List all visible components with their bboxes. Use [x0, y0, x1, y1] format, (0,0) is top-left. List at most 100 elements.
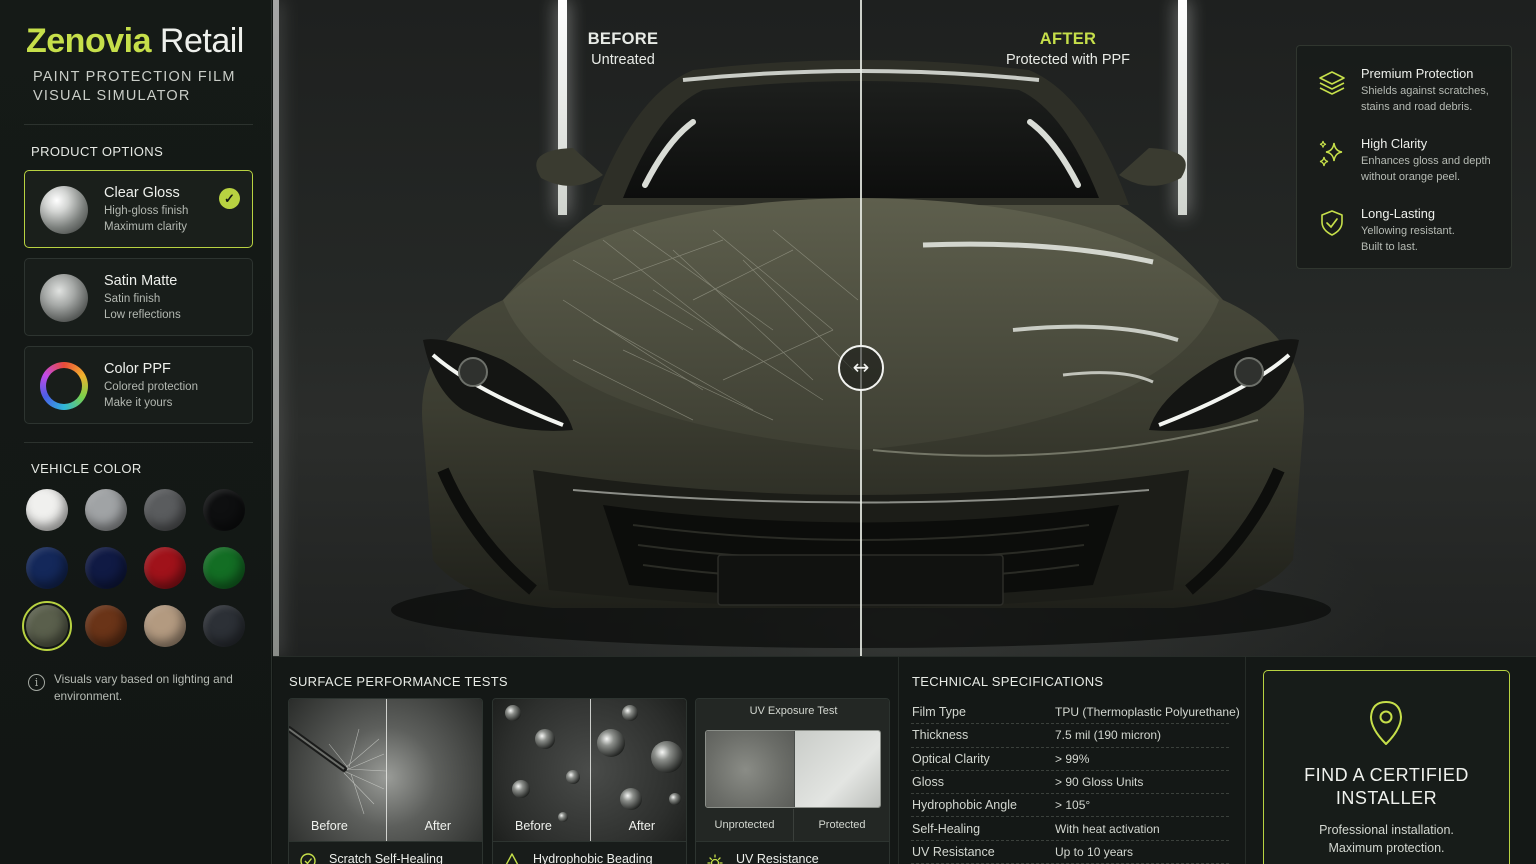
tagline-line-1: PAINT PROTECTION FILM — [33, 69, 236, 85]
option-desc-1: High-gloss finish — [104, 205, 189, 217]
vehicle-color-swatch[interactable] — [85, 547, 127, 589]
divider — [24, 442, 253, 443]
installer-sub-line-2: Maximum protection. — [1328, 841, 1445, 855]
feature-desc-2: Built to last. — [1361, 241, 1418, 253]
spec-value: TPU (Thermoplastic Polyurethane) — [1055, 705, 1240, 719]
specs-title: TECHNICAL SPECIFICATIONS — [912, 674, 1104, 689]
vehicle-color-swatch[interactable] — [144, 489, 186, 531]
uv-sample-panel — [705, 730, 881, 808]
test-card-hydrophobic[interactable]: Before After Hydrophobic Beading — [492, 698, 687, 864]
spec-row: UV Resistance Up to 10 years — [911, 841, 1229, 864]
option-clear-gloss[interactable]: Clear Gloss High-gloss finish Maximum cl… — [24, 170, 253, 248]
spec-row: Thickness 7.5 mil (190 micron) — [911, 724, 1229, 748]
split-drag-handle[interactable]: ↔ — [838, 345, 884, 391]
find-installer-button[interactable]: FIND A CERTIFIED INSTALLER Professional … — [1263, 670, 1510, 864]
option-satin-matte[interactable]: Satin Matte Satin finish Low reflections — [24, 258, 253, 336]
vehicle-color-swatch[interactable] — [144, 605, 186, 647]
spec-value: With heat activation — [1055, 821, 1160, 836]
shield-check-icon — [1321, 210, 1343, 236]
vehicle-color-swatch[interactable] — [144, 547, 186, 589]
protected-label: Protected — [818, 819, 866, 831]
split-line — [794, 731, 795, 807]
before-label: Before — [515, 819, 552, 833]
vehicle-color-swatch[interactable] — [203, 489, 245, 531]
vehicle-color-swatch[interactable] — [26, 489, 68, 531]
installer-title-line-2: INSTALLER — [1335, 788, 1438, 808]
option-desc-2: Make it yours — [104, 397, 173, 409]
option-desc-1: Colored protection — [104, 381, 198, 393]
sun-icon — [707, 854, 723, 864]
split-divider[interactable] — [860, 0, 862, 656]
test-name: UV Resistance — [736, 852, 819, 864]
feature-title: High Clarity — [1361, 136, 1428, 151]
unprotected-label: Unprotected — [714, 819, 775, 831]
feature-desc-1: Shields against scratches, — [1361, 85, 1489, 97]
vehicle-color-title: VEHICLE COLOR — [31, 461, 142, 476]
gloss-swatch-icon — [40, 186, 88, 234]
brand-name-rest: Retail — [150, 22, 244, 60]
location-pin-icon — [1370, 701, 1402, 745]
after-title: AFTER — [1039, 30, 1097, 48]
option-title: Color PPF — [104, 361, 171, 377]
sparkle-icon — [1319, 140, 1343, 167]
after-label: After — [424, 819, 451, 833]
divider — [1245, 657, 1246, 864]
check-icon: ✓ — [219, 188, 240, 209]
spec-value: Up to 10 years — [1055, 844, 1134, 859]
info-icon: i — [28, 674, 45, 691]
spec-value: > 105° — [1055, 798, 1091, 813]
test-card-scratch[interactable]: Before After Scratch Self-Healing — [288, 698, 483, 864]
tagline: PAINT PROTECTION FILM VISUAL SIMULATOR — [33, 68, 236, 106]
spec-key: Self-Healing — [912, 821, 981, 836]
brand-name-accent: Zenovia — [26, 22, 151, 60]
test-footer: UV Resistance — [696, 841, 889, 864]
option-color-ppf[interactable]: Color PPF Colored protection Make it you… — [24, 346, 253, 424]
test-name: Hydrophobic Beading — [533, 852, 653, 864]
spec-value: 7.5 mil (190 micron) — [1055, 728, 1162, 743]
unprotected-sample — [706, 731, 794, 807]
installer-sub-line-1: Professional installation. — [1319, 823, 1454, 837]
divider — [898, 657, 899, 864]
after-label: AFTER Protected with PPF — [968, 30, 1168, 68]
divider — [24, 124, 253, 125]
spec-value: > 99% — [1055, 751, 1090, 766]
test-footer: Hydrophobic Beading — [493, 841, 686, 864]
hydrophobic-test-image: Before After — [493, 699, 686, 841]
spec-key: UV Resistance — [912, 844, 995, 859]
option-desc-2: Maximum clarity — [104, 221, 188, 233]
option-desc-1: Satin finish — [104, 293, 161, 305]
tests-title: SURFACE PERFORMANCE TESTS — [289, 674, 508, 689]
feature-title: Long-Lasting — [1361, 206, 1435, 221]
before-subtitle: Untreated — [591, 52, 655, 68]
option-title: Clear Gloss — [104, 185, 180, 201]
feature-title: Premium Protection — [1361, 66, 1474, 81]
vehicle-color-swatch[interactable] — [85, 489, 127, 531]
feature-desc-1: Enhances gloss and depth — [1361, 155, 1491, 167]
vehicle-color-swatch[interactable] — [203, 605, 245, 647]
feature-desc-2: without orange peel. — [1361, 171, 1461, 183]
split-line — [386, 699, 387, 841]
installer-title-line-1: FIND A CERTIFIED — [1304, 765, 1469, 785]
after-label: After — [628, 819, 655, 833]
installer-title: FIND A CERTIFIED INSTALLER — [1264, 764, 1509, 810]
vehicle-color-swatch[interactable] — [26, 547, 68, 589]
test-footer: Scratch Self-Healing — [289, 841, 482, 864]
option-title: Satin Matte — [104, 273, 178, 289]
spec-key: Hydrophobic Angle — [912, 798, 1017, 813]
scratch-test-image: Before After — [289, 699, 482, 841]
vehicle-color-swatch[interactable] — [85, 605, 127, 647]
product-options-title: PRODUCT OPTIONS — [31, 144, 164, 159]
note-text: Visuals vary based on lighting and envir… — [54, 672, 233, 703]
vehicle-color-swatch[interactable] — [203, 547, 245, 589]
feature-panel: Premium Protection Shields against scrat… — [1296, 45, 1512, 269]
after-subtitle: Protected with PPF — [1005, 52, 1131, 68]
comparison-viewer[interactable]: ↔ BEFORE Untreated AFTER Protected with … — [273, 0, 1536, 656]
sidebar: Zenovia Retail PAINT PROTECTION FILM VIS… — [0, 0, 272, 864]
before-label: BEFORE Untreated — [523, 30, 723, 68]
uv-test-image: UV Exposure Test Unprotected Protected — [696, 699, 889, 841]
satin-swatch-icon — [40, 274, 88, 322]
installer-subtitle: Professional installation. Maximum prote… — [1264, 821, 1509, 857]
test-card-uv[interactable]: UV Exposure Test Unprotected Protected U… — [695, 698, 890, 864]
vehicle-color-swatch[interactable] — [22, 601, 72, 651]
uv-test-header: UV Exposure Test — [749, 705, 838, 717]
